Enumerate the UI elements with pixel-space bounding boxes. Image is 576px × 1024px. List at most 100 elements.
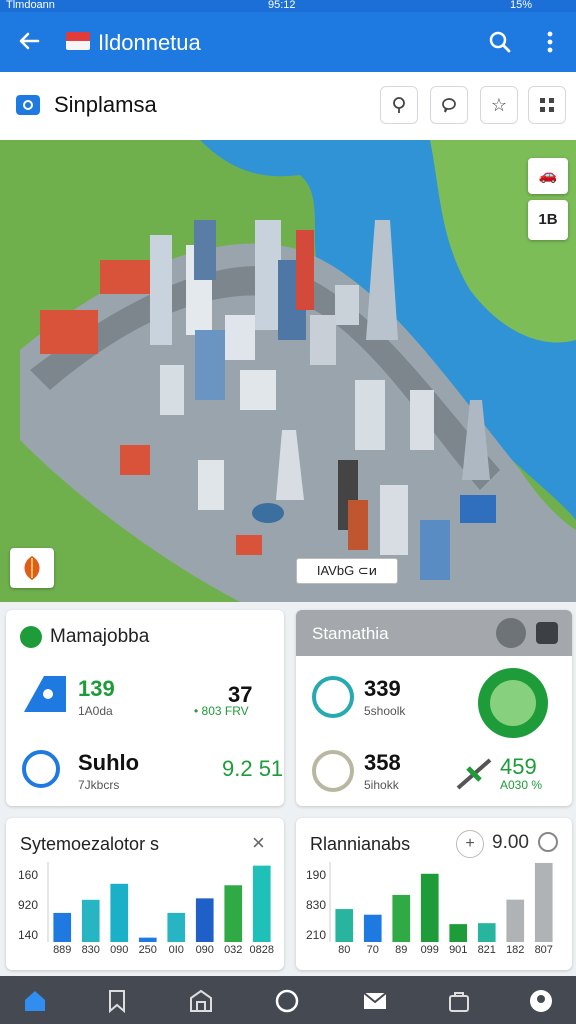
x-tick-label: 182 — [506, 944, 525, 956]
metric-right-sub-4: A030 % — [500, 778, 543, 792]
mail-icon[interactable] — [362, 988, 388, 1014]
bottom-nav — [0, 976, 576, 1024]
car-icon: 🚗 — [538, 167, 558, 184]
favorite-button[interactable]: ☆ — [480, 86, 518, 124]
bar[interactable] — [363, 914, 382, 942]
map-place-label: IAVbG ⊂ͷ — [296, 558, 398, 584]
card-title: Stamathia — [312, 624, 389, 643]
metric-right-2: 9.2 51 — [222, 756, 284, 781]
more-vert-icon — [547, 31, 553, 53]
bar[interactable] — [335, 909, 354, 942]
x-tick-label: 89 — [395, 944, 408, 956]
location-icon — [16, 95, 40, 115]
metric-value-1: 139 — [78, 676, 115, 701]
metric-sub-3: 5shoolk — [364, 704, 406, 718]
metric-sub-1: 1A0da — [78, 704, 113, 718]
bar[interactable] — [506, 899, 525, 942]
card-title: Mamajobba — [50, 626, 150, 647]
x-tick-label: 80 — [338, 944, 351, 956]
bar[interactable] — [53, 912, 72, 942]
flag-icon — [66, 32, 90, 50]
bar[interactable] — [252, 865, 271, 942]
pin-icon — [393, 97, 405, 113]
metric-sub-2: 7Jkbcrs — [78, 778, 120, 792]
profile-icon[interactable] — [528, 988, 554, 1014]
home-icon[interactable] — [22, 988, 48, 1014]
search-icon — [489, 31, 511, 53]
metric-right-4: 459 — [500, 754, 537, 779]
grid-button[interactable] — [528, 86, 566, 124]
x-tick-label: 0I0 — [168, 944, 184, 956]
metric-value-4: 358 — [364, 750, 401, 775]
x-tick-label: 099 — [420, 944, 439, 956]
leaf-marker-icon — [24, 556, 40, 580]
bar[interactable] — [110, 883, 129, 942]
bar[interactable] — [392, 894, 411, 942]
metric-sub-4: 5ihokk — [364, 778, 399, 792]
chat-pin-icon — [442, 98, 456, 113]
status-bar: Tlmdoann 95:12 15% — [0, 0, 576, 12]
leaf-icon — [20, 626, 42, 648]
x-tick-label: 821 — [477, 944, 496, 956]
chart-card-plans[interactable]: Rlannianabs + 9.00 190 830 210 80 70 89 099… — [296, 818, 572, 970]
pin-button[interactable] — [380, 86, 418, 124]
map-marker-button[interactable] — [10, 548, 54, 588]
carrier-label: Tlmdoann — [6, 0, 55, 11]
star-icon: ☆ — [490, 95, 508, 115]
clock: 95:12 — [268, 0, 296, 11]
donut-indicator — [478, 668, 548, 738]
airplane-icon — [454, 754, 494, 794]
battery-icon — [312, 750, 354, 792]
bookmark-icon[interactable] — [104, 988, 130, 1014]
bar[interactable] — [167, 912, 186, 942]
x-tick-label: 032 — [224, 944, 243, 956]
circle-icon[interactable] — [274, 988, 300, 1014]
chart-card-systems[interactable]: Sytemoezalotor s × 160 920 140 889 830 090… — [6, 818, 284, 970]
battery-label: 15% — [510, 0, 533, 11]
more-options-button[interactable] — [538, 28, 562, 56]
metric-value-2: Suhlo — [78, 750, 140, 775]
bar[interactable] — [477, 923, 496, 942]
search-button[interactable] — [486, 28, 514, 56]
bar[interactable] — [449, 924, 468, 942]
arrow-left-icon — [19, 32, 40, 50]
page-title: Ildonnetua — [98, 30, 201, 55]
x-tick-label: 090 — [110, 944, 129, 956]
location-title: Sinplamsa — [54, 92, 157, 117]
settings-button[interactable] — [536, 622, 558, 644]
stats-card-secondary[interactable]: Stamathia 339 5shoolk 358 5ihokk 459 A03… — [296, 610, 572, 806]
building-icon[interactable] — [188, 988, 214, 1014]
bag-icon[interactable] — [446, 988, 472, 1014]
bar[interactable] — [195, 898, 214, 942]
city-map[interactable]: 🚗 1B IAVbG ⊂ͷ — [0, 140, 576, 602]
metric-value-3: 339 — [364, 676, 401, 701]
timer-icon — [22, 750, 60, 788]
city-map-illustration — [0, 140, 576, 602]
x-tick-label: 0828 — [249, 944, 274, 956]
map-layer-button[interactable]: 1B — [528, 200, 568, 240]
gauge-icon — [312, 676, 354, 718]
power-button[interactable] — [496, 618, 526, 648]
x-tick-label: 889 — [53, 944, 72, 956]
grid-icon — [540, 98, 554, 112]
bar[interactable] — [534, 862, 553, 942]
tag-icon — [22, 672, 68, 716]
back-button[interactable] — [14, 26, 44, 56]
stats-card-primary[interactable]: Mamajobba 139 1A0da 37 • 803 FRV Suhlo 7… — [6, 610, 284, 806]
metric-right-sub-1: • 803 FRV — [194, 704, 249, 718]
bar[interactable] — [138, 937, 157, 942]
x-tick-label: 807 — [534, 944, 553, 956]
x-tick-label: 830 — [81, 944, 100, 956]
bar[interactable] — [81, 899, 100, 942]
bar[interactable] — [420, 873, 439, 942]
chat-pin-button[interactable] — [430, 86, 468, 124]
map-layer-label: 1B — [538, 211, 558, 228]
map-vehicle-button[interactable]: 🚗 — [528, 158, 568, 194]
app-bar: Ildonnetua — [0, 12, 576, 72]
location-header: Sinplamsa ☆ — [0, 72, 576, 140]
x-tick-label: 901 — [449, 944, 468, 956]
x-tick-label: 70 — [366, 944, 379, 956]
x-tick-label: 090 — [195, 944, 214, 956]
bar[interactable] — [224, 885, 243, 942]
x-tick-label: 250 — [138, 944, 157, 956]
